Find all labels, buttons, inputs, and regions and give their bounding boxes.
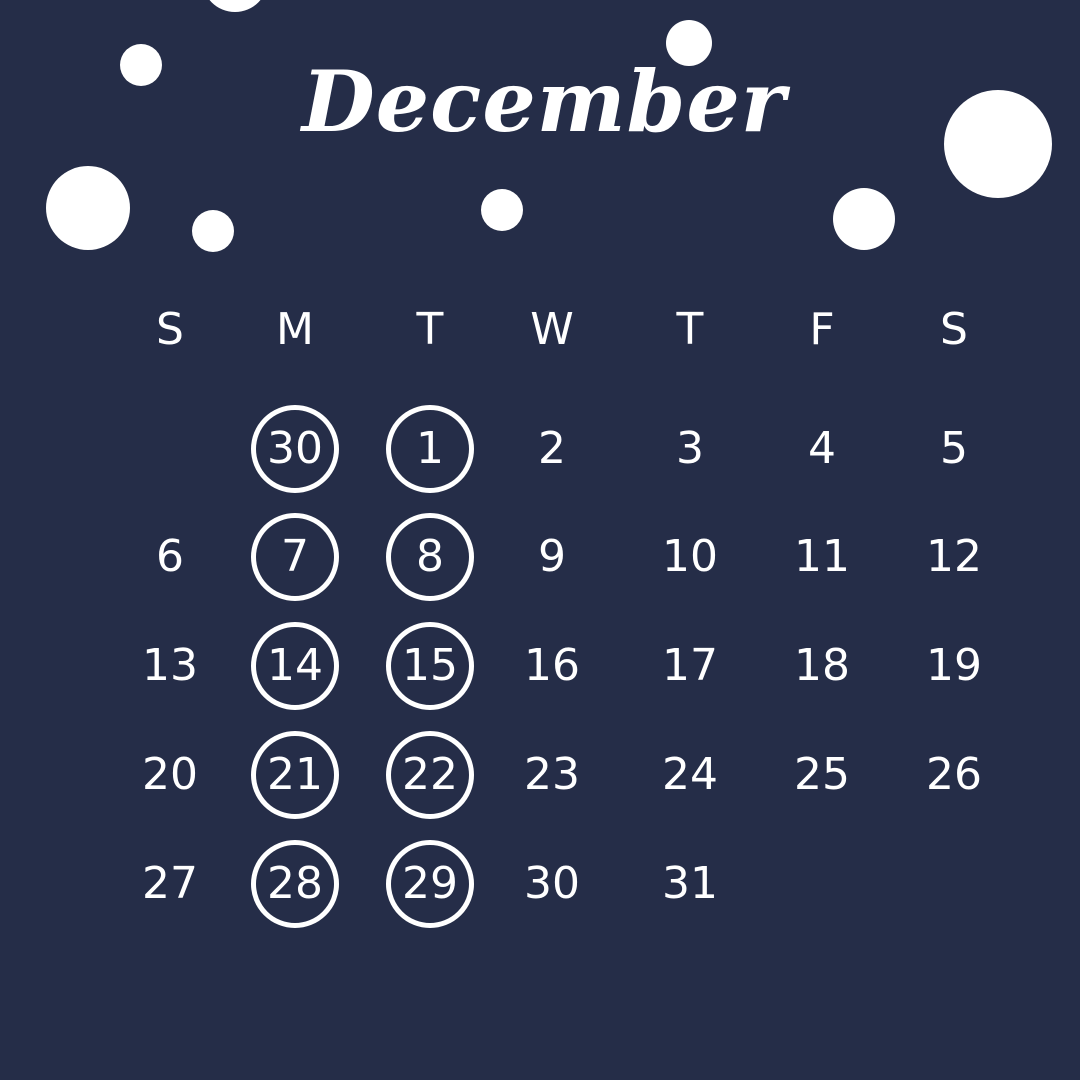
month-title: December xyxy=(301,52,787,151)
weekday-label: F xyxy=(809,304,835,355)
day-number: 9 xyxy=(538,531,566,582)
snow-dot xyxy=(202,0,268,12)
day-number: 16 xyxy=(524,640,580,691)
day-number: 26 xyxy=(926,749,982,800)
day-number: 27 xyxy=(142,858,198,909)
day-cell[interactable]: 30 xyxy=(492,844,612,924)
day-cell[interactable]: 12 xyxy=(894,517,1014,597)
weekday-label: T xyxy=(676,304,704,355)
day-number: 8 xyxy=(416,531,444,582)
day-number: 22 xyxy=(402,749,458,800)
day-number: 17 xyxy=(662,640,718,691)
weekday-label: M xyxy=(276,304,314,355)
day-cell[interactable]: 5 xyxy=(894,409,1014,489)
day-cell[interactable]: 23 xyxy=(492,735,612,815)
day-cell-circled[interactable]: 15 xyxy=(370,622,490,710)
day-cell[interactable]: 9 xyxy=(492,517,612,597)
snow-dot xyxy=(833,188,895,250)
day-number: 30 xyxy=(524,858,580,909)
day-cell[interactable]: 11 xyxy=(762,517,882,597)
day-number: 18 xyxy=(794,640,850,691)
day-number: 4 xyxy=(808,423,836,474)
snow-dot xyxy=(192,210,234,252)
day-cell[interactable]: 6 xyxy=(110,517,230,597)
day-cell-circled[interactable]: 22 xyxy=(370,731,490,819)
day-cell-circled[interactable]: 29 xyxy=(370,840,490,928)
day-number: 21 xyxy=(267,749,323,800)
day-number: 6 xyxy=(156,531,184,582)
day-cell[interactable]: 19 xyxy=(894,626,1014,706)
day-cell-circled[interactable]: 14 xyxy=(235,622,355,710)
day-cell[interactable]: 24 xyxy=(630,735,750,815)
day-cell[interactable]: 17 xyxy=(630,626,750,706)
day-number: 20 xyxy=(142,749,198,800)
day-number: 23 xyxy=(524,749,580,800)
day-cell[interactable]: 2 xyxy=(492,409,612,489)
day-number: 31 xyxy=(662,858,718,909)
day-cell[interactable]: 13 xyxy=(110,626,230,706)
day-cell-circled[interactable]: 21 xyxy=(235,731,355,819)
day-cell[interactable]: 20 xyxy=(110,735,230,815)
day-cell[interactable]: 3 xyxy=(630,409,750,489)
day-cell-circled[interactable]: 28 xyxy=(235,840,355,928)
day-cell-circled[interactable]: 1 xyxy=(370,405,490,493)
snow-dot xyxy=(46,166,130,250)
day-number: 30 xyxy=(267,423,323,474)
day-number: 5 xyxy=(940,423,968,474)
day-number: 25 xyxy=(794,749,850,800)
day-number: 19 xyxy=(926,640,982,691)
day-cell[interactable]: 26 xyxy=(894,735,1014,815)
day-number: 24 xyxy=(662,749,718,800)
day-cell[interactable]: 10 xyxy=(630,517,750,597)
day-number: 29 xyxy=(402,858,458,909)
day-number: 10 xyxy=(662,531,718,582)
day-cell[interactable]: 16 xyxy=(492,626,612,706)
weekday-label: S xyxy=(940,304,968,355)
day-number: 28 xyxy=(267,858,323,909)
day-cell-circled[interactable]: 30 xyxy=(235,405,355,493)
day-number: 13 xyxy=(142,640,198,691)
day-number: 7 xyxy=(281,531,309,582)
day-cell-circled[interactable]: 7 xyxy=(235,513,355,601)
day-number: 11 xyxy=(794,531,850,582)
day-number: 3 xyxy=(676,423,704,474)
day-cell[interactable]: 18 xyxy=(762,626,882,706)
day-number: 1 xyxy=(416,423,444,474)
day-number: 12 xyxy=(926,531,982,582)
snow-dot xyxy=(481,189,523,231)
day-cell-circled[interactable]: 8 xyxy=(370,513,490,601)
day-number: 14 xyxy=(267,640,323,691)
day-cell[interactable]: 25 xyxy=(762,735,882,815)
day-number: 15 xyxy=(402,640,458,691)
day-number: 2 xyxy=(538,423,566,474)
weekday-label: T xyxy=(416,304,444,355)
day-cell[interactable]: 4 xyxy=(762,409,882,489)
weekday-label: S xyxy=(156,304,184,355)
day-cell[interactable]: 27 xyxy=(110,844,230,924)
day-cell[interactable]: 31 xyxy=(630,844,750,924)
weekday-label: W xyxy=(530,304,574,355)
